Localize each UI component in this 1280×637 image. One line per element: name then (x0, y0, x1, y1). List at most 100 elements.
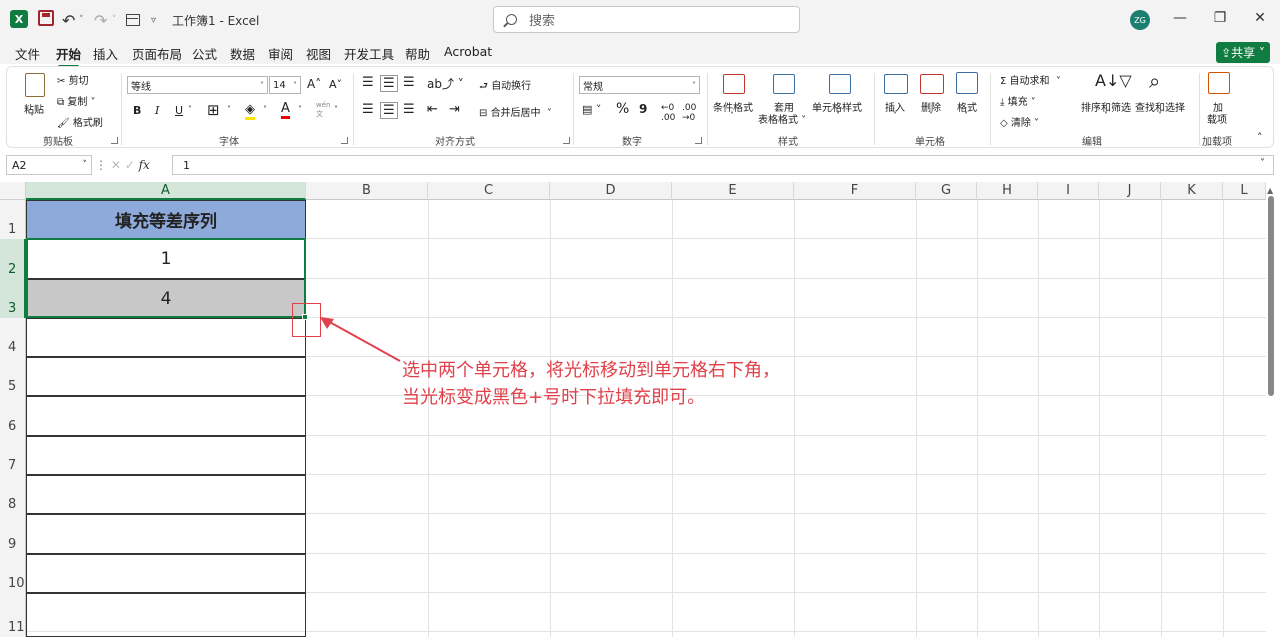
undo-dropdown-icon[interactable]: ˅ (79, 10, 84, 30)
column-header-b[interactable]: B (306, 182, 428, 200)
align-center-icon[interactable]: ☰ (380, 102, 398, 119)
align-left-icon[interactable]: ☰ (362, 102, 374, 117)
format-as-table-icon[interactable] (773, 74, 795, 94)
tab-data[interactable]: 数据 (230, 44, 255, 63)
alignment-launcher-icon[interactable] (563, 137, 570, 144)
formula-input[interactable]: 1 (172, 155, 1274, 175)
number-format-select[interactable]: 常规 ˅ (579, 76, 700, 94)
decrease-indent-icon[interactable]: ⇤ (427, 102, 438, 117)
phonetic-icon[interactable]: wén 文 (316, 101, 330, 119)
tab-file[interactable]: 文件 (15, 44, 40, 63)
borders-icon[interactable]: ⊞ (207, 101, 220, 119)
name-box[interactable]: A2 ˅ (6, 155, 92, 175)
avatar[interactable]: ZG (1130, 10, 1150, 30)
fx-icon[interactable]: fx (139, 158, 150, 172)
tab-view[interactable]: 视图 (306, 44, 331, 63)
delete-cells-icon[interactable] (920, 74, 944, 94)
bold-button[interactable]: B (133, 104, 141, 117)
customize-toolbar-icon[interactable]: ▿ (151, 10, 156, 30)
redo-icon[interactable]: ↷ (94, 10, 107, 30)
column-header-d[interactable]: D (550, 182, 672, 200)
collapse-ribbon-icon[interactable]: ˄ (1257, 131, 1263, 144)
format-dropdown-icon[interactable]: ˅ (964, 111, 968, 120)
sort-dropdown-icon[interactable]: ˅ (1104, 111, 1108, 120)
find-select-icon[interactable]: ⌕ (1149, 69, 1160, 93)
paste-button[interactable]: 粘贴 (24, 101, 44, 116)
borders-dropdown-icon[interactable]: ˅ (227, 105, 231, 114)
tab-formulas[interactable]: 公式 (192, 44, 217, 63)
cell-a8[interactable] (26, 475, 306, 514)
paste-icon[interactable] (25, 73, 45, 97)
fill-button[interactable]: ⤓ 填充 ˅ (1000, 93, 1036, 108)
percent-button[interactable]: % (616, 101, 629, 117)
expand-formula-bar-icon[interactable]: ˅ (1260, 158, 1265, 169)
shrink-font-button[interactable]: A˅ (329, 78, 342, 91)
currency-icon[interactable]: ▤ ˅ (582, 103, 601, 116)
increase-indent-icon[interactable]: ⇥ (449, 102, 460, 117)
insert-dropdown-icon[interactable]: ˅ (893, 111, 897, 120)
row-header-2[interactable]: 2 (0, 239, 26, 279)
row-header-8[interactable]: 8 (0, 475, 26, 514)
addins-line2[interactable]: 载项 (1207, 111, 1227, 126)
cell-a9[interactable] (26, 514, 306, 554)
row-header-4[interactable]: 4 (0, 318, 26, 357)
save-icon[interactable] (38, 10, 54, 26)
fill-color-dropdown-icon[interactable]: ˅ (263, 105, 267, 114)
column-header-g[interactable]: G (916, 182, 977, 200)
tab-home[interactable]: 开始 (56, 44, 81, 68)
cell-styles-icon[interactable] (829, 74, 851, 94)
grow-font-button[interactable]: A˄ (307, 77, 321, 91)
clipboard-launcher-icon[interactable] (111, 137, 118, 144)
column-header-i[interactable]: I (1038, 182, 1099, 200)
column-header-l[interactable]: L (1223, 182, 1266, 200)
conditional-formatting-icon[interactable] (723, 74, 745, 94)
row-header-5[interactable]: 5 (0, 357, 26, 396)
column-header-h[interactable]: H (977, 182, 1038, 200)
cancel-icon[interactable]: ✕ (111, 158, 121, 172)
addins-icon[interactable] (1208, 72, 1230, 94)
merge-center-button[interactable]: ⊟ 合并后居中 ˅ (479, 104, 552, 119)
cell-a7[interactable] (26, 436, 306, 475)
tab-insert[interactable]: 插入 (93, 44, 118, 63)
column-header-a[interactable]: A (26, 182, 306, 200)
clear-button[interactable]: ◇ 清除 ˅ (1000, 114, 1039, 129)
redo-dropdown-icon[interactable]: ˅ (112, 10, 117, 30)
align-bottom-icon[interactable]: ☰ (403, 75, 415, 90)
row-header-7[interactable]: 7 (0, 436, 26, 475)
format-painter-button[interactable]: 🖌 格式刷 (57, 114, 103, 129)
column-header-f[interactable]: F (794, 182, 916, 200)
cell-a6[interactable] (26, 396, 306, 436)
font-color-icon[interactable]: A (281, 101, 290, 119)
tab-review[interactable]: 审阅 (268, 44, 293, 63)
format-as-table-button[interactable]: 表格格式 ˅ (758, 111, 806, 126)
cell-a4[interactable] (26, 318, 306, 357)
close-button[interactable]: ✕ (1250, 10, 1270, 26)
autosum-button[interactable]: Σ 自动求和 ˅ (1000, 72, 1061, 87)
tab-page-layout[interactable]: 页面布局 (132, 44, 182, 63)
increase-decimal-icon[interactable]: ←0.00 (661, 103, 675, 123)
tab-developer[interactable]: 开发工具 (344, 44, 394, 63)
cell-a11[interactable] (26, 593, 306, 637)
cell-a2[interactable]: 1 (26, 239, 306, 279)
paste-dropdown-icon[interactable]: ˅ (30, 113, 34, 122)
vertical-scrollbar[interactable]: ▲ (1266, 186, 1276, 637)
row-header-9[interactable]: 9 (0, 514, 26, 554)
row-header-3[interactable]: 3 (0, 279, 26, 318)
cell-styles-dropdown-icon[interactable]: ˅ (836, 111, 840, 120)
column-header-e[interactable]: E (672, 182, 794, 200)
decrease-decimal-icon[interactable]: .00 →0 (682, 103, 696, 123)
form-icon[interactable] (126, 14, 140, 26)
underline-dropdown-icon[interactable]: ˅ (188, 105, 192, 114)
font-color-dropdown-icon[interactable]: ˅ (298, 105, 302, 114)
row-header-11[interactable]: 11 (0, 593, 26, 637)
italic-button[interactable]: I (155, 104, 159, 117)
cell-a5[interactable] (26, 357, 306, 396)
fill-color-icon[interactable]: ◈ (245, 102, 255, 120)
format-cells-icon[interactable] (956, 72, 978, 94)
column-header-c[interactable]: C (428, 182, 550, 200)
number-launcher-icon[interactable] (695, 137, 702, 144)
cut-button[interactable]: ✂ 剪切 (57, 72, 89, 87)
row-header-6[interactable]: 6 (0, 396, 26, 436)
underline-button[interactable]: U (175, 104, 183, 117)
cell-a1-header[interactable]: 填充等差序列 (26, 200, 306, 239)
